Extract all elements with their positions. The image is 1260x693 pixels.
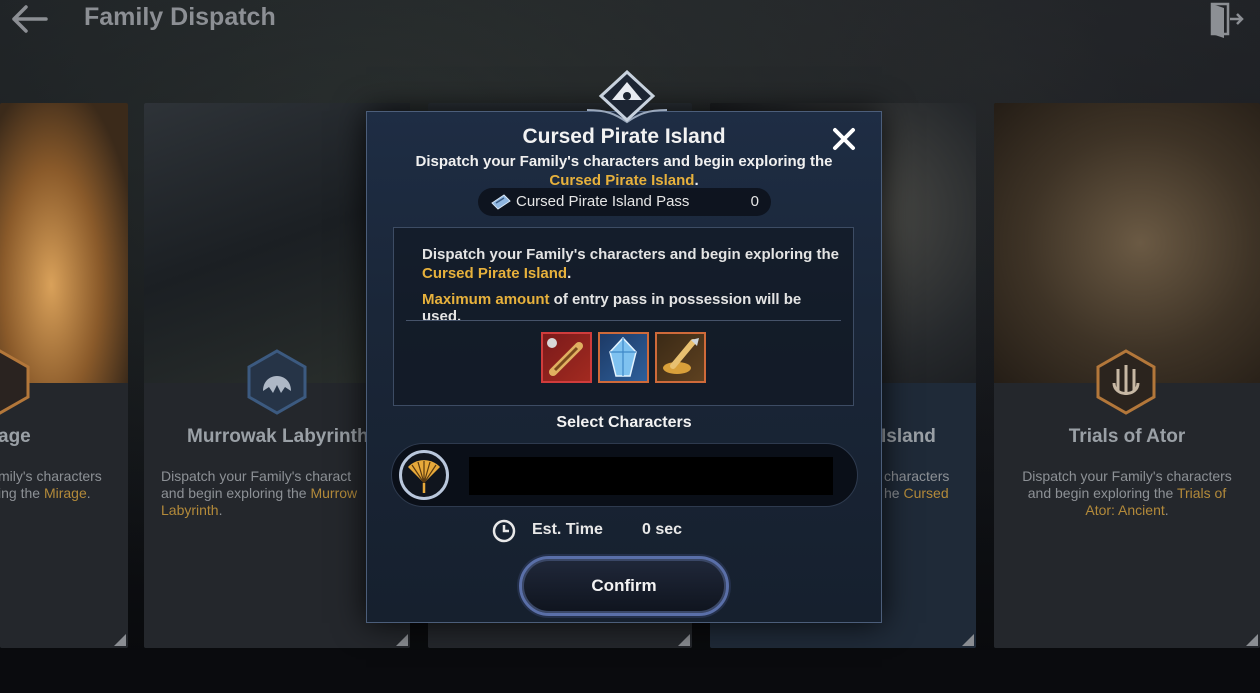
ator-emblem-icon bbox=[1096, 349, 1156, 415]
bottom-bar bbox=[0, 650, 1260, 693]
close-icon bbox=[833, 128, 855, 150]
pass-count-pill: Cursed Pirate Island Pass 0 bbox=[478, 188, 771, 216]
card-description: mily's characters ing the Mirage. bbox=[0, 468, 114, 502]
spyglass-item[interactable] bbox=[541, 332, 592, 383]
divider bbox=[406, 320, 841, 321]
top-bar: Family Dispatch bbox=[0, 0, 1260, 40]
info-box: Dispatch your Family's characters and be… bbox=[393, 227, 854, 406]
info-description: Dispatch your Family's characters and be… bbox=[422, 245, 843, 283]
subtitle-text: Dispatch your Family's characters and be… bbox=[415, 153, 833, 170]
pass-count: 0 bbox=[750, 193, 759, 210]
card-corner-marker bbox=[962, 634, 974, 646]
card-desc-highlight: Cursed bbox=[903, 485, 949, 501]
info-text: Dispatch your Family's characters and be… bbox=[422, 246, 840, 263]
crystal-icon bbox=[609, 336, 637, 377]
card-desc-end: . bbox=[1164, 502, 1169, 518]
dispatch-badge-icon bbox=[587, 70, 667, 124]
mirage-emblem-icon bbox=[0, 349, 30, 415]
card-name: Trials of Ator bbox=[1068, 426, 1186, 447]
back-arrow-icon bbox=[12, 5, 48, 33]
dungeon-card-mirage[interactable]: age mily's characters ing the Mirage. bbox=[0, 103, 128, 648]
card-corner-marker bbox=[114, 634, 126, 646]
character-slot[interactable] bbox=[391, 443, 858, 507]
card-description: Dispatch your Family's characters and be… bbox=[1008, 468, 1246, 519]
select-characters-label: Select Characters bbox=[556, 414, 692, 431]
golden-drill-icon bbox=[663, 338, 699, 374]
dungeon-card-trials-of-ator[interactable]: Trials of Ator Dispatch your Family's ch… bbox=[994, 103, 1260, 648]
dispatch-modal: Cursed Pirate Island Dispatch your Famil… bbox=[366, 111, 882, 623]
card-name: Island bbox=[881, 426, 936, 447]
page-title: Family Dispatch bbox=[84, 3, 276, 31]
golden-drill-item[interactable] bbox=[655, 332, 706, 383]
close-button[interactable] bbox=[830, 125, 858, 153]
info-highlight: Cursed Pirate Island bbox=[422, 265, 568, 282]
card-desc-end: . bbox=[218, 502, 223, 518]
card-description: Dispatch your Family's charact and begin… bbox=[161, 468, 396, 519]
card-corner-marker bbox=[678, 634, 690, 646]
card-corner-marker bbox=[396, 634, 408, 646]
card-lower-panel bbox=[0, 383, 128, 648]
card-description: characters he Cursed bbox=[884, 468, 962, 502]
clock-icon bbox=[492, 519, 516, 543]
modal-title: Cursed Pirate Island bbox=[522, 125, 726, 148]
card-name: age bbox=[0, 426, 31, 447]
exit-button[interactable] bbox=[1206, 0, 1244, 38]
est-time-value: 0 sec bbox=[642, 521, 683, 538]
spyglass-icon bbox=[547, 338, 583, 376]
character-name-redacted bbox=[469, 457, 833, 495]
murrowak-emblem-icon bbox=[247, 349, 307, 415]
back-button[interactable] bbox=[6, 2, 50, 36]
subtitle-highlight: Cursed Pirate Island bbox=[549, 172, 695, 189]
pass-name: Cursed Pirate Island Pass bbox=[516, 193, 690, 210]
character-avatar bbox=[399, 450, 449, 500]
info-end: . bbox=[567, 265, 572, 282]
card-desc-end: . bbox=[86, 485, 91, 501]
card-art bbox=[994, 103, 1260, 383]
card-corner-marker bbox=[1246, 634, 1258, 646]
card-desc-highlight: Mirage bbox=[43, 485, 87, 501]
exit-door-icon bbox=[1210, 2, 1244, 38]
fan-icon bbox=[408, 460, 440, 493]
confirm-button[interactable]: Confirm bbox=[519, 556, 729, 616]
card-art bbox=[0, 103, 128, 383]
subtitle-end: . bbox=[694, 172, 699, 189]
pass-ticket-icon bbox=[491, 194, 511, 210]
estimated-time-row: Est. Time 0 sec bbox=[491, 518, 751, 544]
blue-crystal-item[interactable] bbox=[598, 332, 649, 383]
modal-subtitle: Dispatch your Family's characters and be… bbox=[387, 152, 861, 190]
reward-items bbox=[541, 332, 706, 384]
usage-highlight: Maximum amount bbox=[422, 291, 550, 308]
est-time-label: Est. Time bbox=[532, 521, 603, 538]
